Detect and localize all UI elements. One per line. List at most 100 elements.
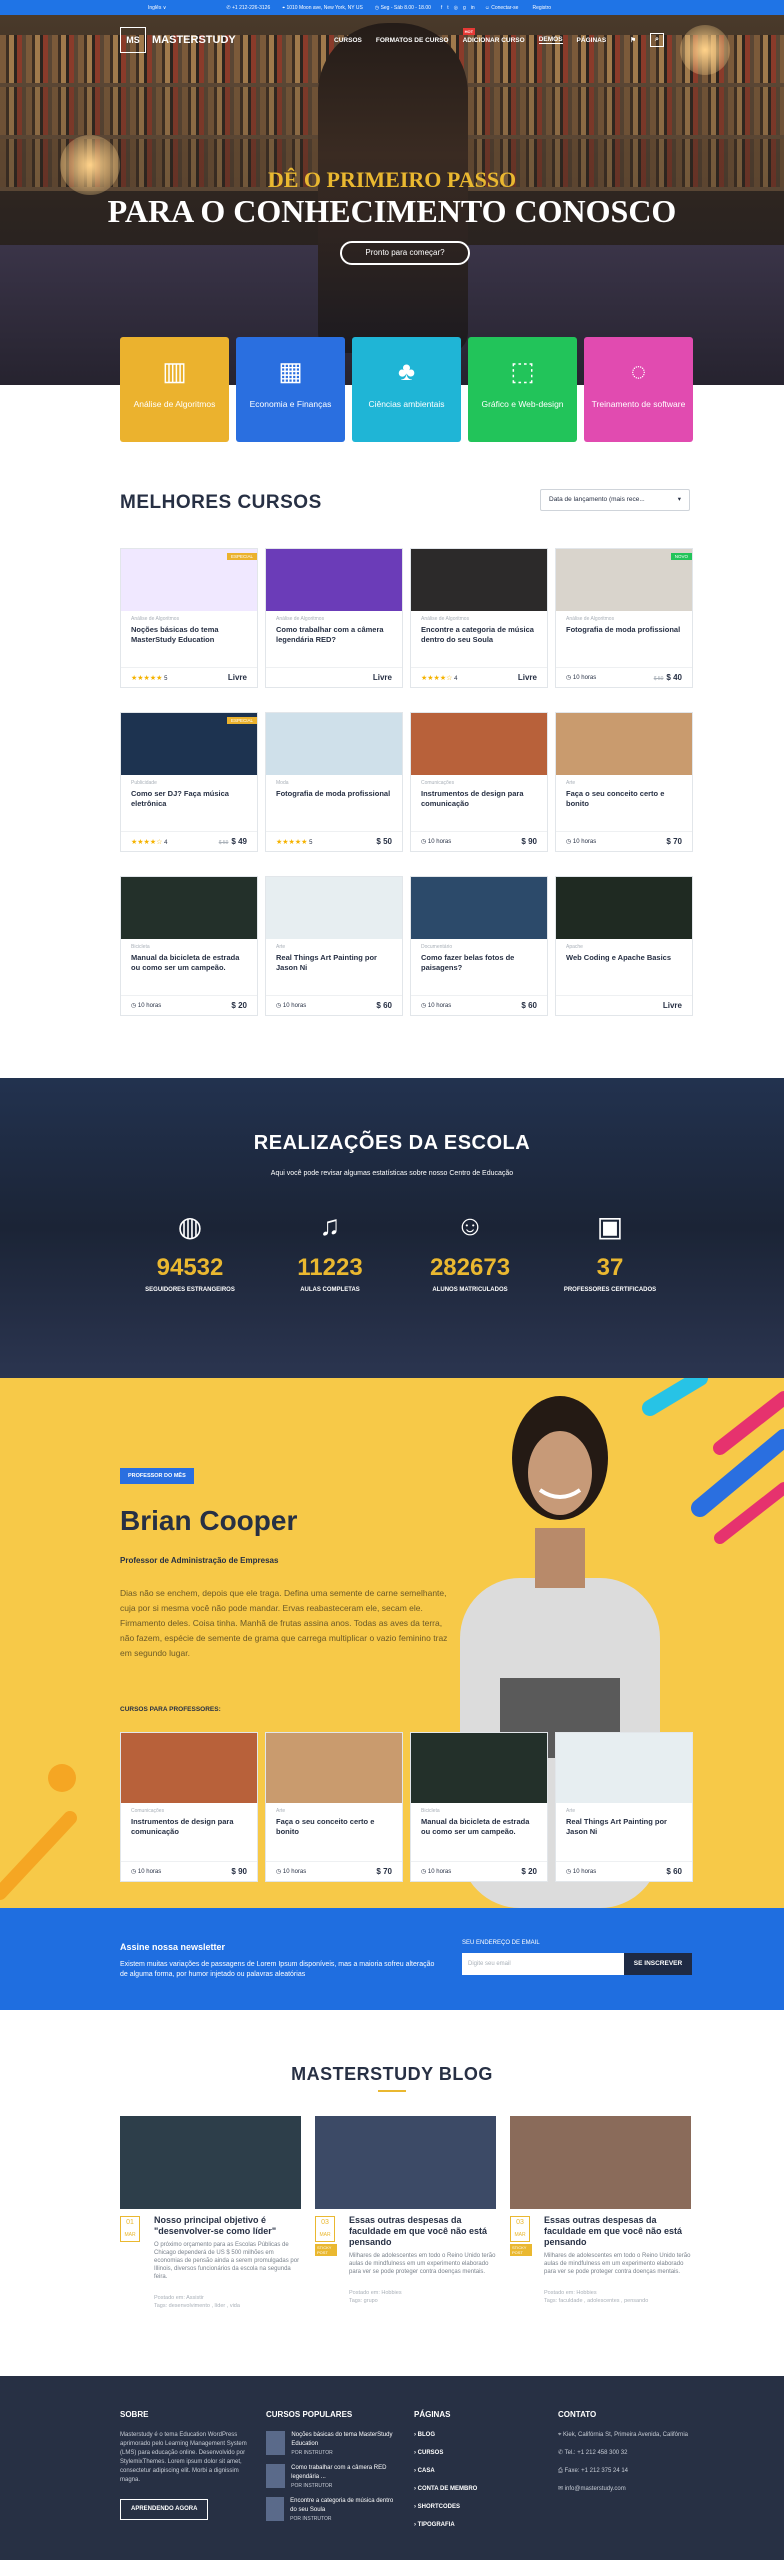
nav-item-courses[interactable]: CURSOS bbox=[334, 37, 362, 44]
sort-select[interactable]: Data de lançamento (mais rece... ▾ bbox=[540, 489, 690, 511]
search-icon[interactable]: ⌕ bbox=[650, 33, 664, 47]
nav-item-add-course[interactable]: HOT ADICIONAR CURSO bbox=[462, 27, 525, 44]
teacher-course-card[interactable]: Comunicações Instrumentos de design para … bbox=[120, 1732, 258, 1882]
course-thumbnail bbox=[266, 2464, 286, 2488]
course-title[interactable]: Manual da bicicleta de estrada ou como s… bbox=[421, 1817, 537, 1847]
course-card[interactable]: Arte Faça o seu conceito certo e bonito ◷ … bbox=[555, 712, 693, 852]
course-title[interactable]: Como ser DJ? Faça música eletrônica bbox=[131, 789, 247, 819]
footer-page-link[interactable]: › TIPOGRAFIA bbox=[414, 2521, 534, 2530]
course-card[interactable]: Documentário Como fazer belas fotos de pa… bbox=[410, 876, 548, 1016]
facebook-icon[interactable]: f bbox=[441, 5, 442, 11]
course-card[interactable]: Análise de Algoritmos Encontre a categori… bbox=[410, 548, 548, 688]
footer-page-link[interactable]: › CASA bbox=[414, 2467, 534, 2476]
course-title[interactable]: Instrumentos de design para comunicação bbox=[421, 789, 537, 819]
course-title[interactable]: Fotografia de moda profissional bbox=[276, 789, 392, 819]
course-title[interactable]: Como fazer belas fotos de paisagens? bbox=[421, 953, 537, 983]
clock-icon: ◷ bbox=[421, 1003, 427, 1009]
course-meta: ◷ 10 horas bbox=[421, 839, 452, 845]
footer-page-link[interactable]: › SHORTCODES bbox=[414, 2503, 534, 2512]
course-title[interactable]: Fotografia de moda profissional bbox=[566, 625, 682, 655]
popular-course-title[interactable]: Como trabalhar com a câmera RED legendár… bbox=[291, 2464, 396, 2482]
post-title[interactable]: Essas outras despesas da faculdade em qu… bbox=[544, 2215, 691, 2248]
course-title[interactable]: Real Things Art Painting por Jason Ni bbox=[566, 1817, 682, 1847]
category-environment[interactable]: ♣ Ciências ambientais bbox=[352, 337, 461, 442]
course-card[interactable]: Moda Fotografia de moda profissional ★★★★★… bbox=[265, 712, 403, 852]
course-title[interactable]: Faça o seu conceito certo e bonito bbox=[276, 1817, 392, 1847]
contact-email[interactable]: ✉ info@masterstudy.com bbox=[558, 2485, 688, 2494]
teacher-course-card[interactable]: Arte Real Things Art Painting por Jason N… bbox=[555, 1732, 693, 1882]
google-icon[interactable]: g bbox=[463, 5, 466, 11]
course-meta: ◷ 10 horas bbox=[421, 1003, 452, 1009]
category-software[interactable]: ◌ Treinamento de software bbox=[584, 337, 693, 442]
course-title[interactable]: Real Things Art Painting por Jason Ni bbox=[276, 953, 392, 983]
post-category[interactable]: Postado em: Hobbies bbox=[349, 2290, 496, 2296]
footer-page-link[interactable]: › CURSOS bbox=[414, 2449, 534, 2458]
blog-post[interactable]: 01 MAR Nosso principal objetivo é "desenvo… bbox=[120, 2116, 301, 2309]
course-category: Moda bbox=[276, 780, 289, 786]
post-category[interactable]: Postado em: Hobbies bbox=[544, 2290, 691, 2296]
category-economics[interactable]: ▦ Economia e Finanças bbox=[236, 337, 345, 442]
footer-page-link[interactable]: › CONTA DE MEMBRO bbox=[414, 2485, 534, 2494]
course-category: Publicidade bbox=[131, 780, 157, 786]
popular-course-title[interactable]: Noções básicas do tema MasterStudy Educa… bbox=[291, 2431, 396, 2449]
post-tags[interactable]: Tags: faculdade , adolescentes , pensand… bbox=[544, 2298, 691, 2304]
footer-page-link[interactable]: › BLOG bbox=[414, 2431, 534, 2440]
bookmark-icon[interactable]: ⚑ bbox=[630, 36, 636, 44]
clock-icon: ◷ bbox=[566, 839, 572, 845]
post-category[interactable]: Postado em: Assistir bbox=[154, 2295, 301, 2301]
course-card[interactable]: Comunicações Instrumentos de design para … bbox=[410, 712, 548, 852]
category-algorithms[interactable]: ▥ Análise de Algoritmos bbox=[120, 337, 229, 442]
course-card[interactable]: NOVO Análise de Algoritmos Fotografia de m… bbox=[555, 548, 693, 688]
course-title[interactable]: Noções básicas do tema MasterStudy Educa… bbox=[131, 625, 247, 655]
category-webdesign[interactable]: ⬚ Gráfico e Web-design bbox=[468, 337, 577, 442]
subscribe-button[interactable]: SE INSCREVER bbox=[624, 1953, 692, 1975]
teacher-course-card[interactable]: Bicicleta Manual da bicicleta de estrada … bbox=[410, 1732, 548, 1882]
clock-icon: ◷ bbox=[421, 1869, 427, 1875]
hero-cta-button[interactable]: Pronto para começar? bbox=[340, 241, 470, 265]
post-tags[interactable]: Tags: grupo bbox=[349, 2298, 496, 2304]
course-thumbnail bbox=[121, 877, 257, 939]
old-price: $ 59 bbox=[218, 840, 229, 846]
course-title[interactable]: Encontre a categoria de música dentro do… bbox=[421, 625, 537, 655]
post-title[interactable]: Nosso principal objetivo é "desenvolver-… bbox=[154, 2215, 301, 2237]
blog-post[interactable]: 03 MAR STICKY POST Essas outras despesas da… bbox=[315, 2116, 496, 2309]
course-price: $ 60 bbox=[666, 1867, 682, 1876]
course-title[interactable]: Instrumentos de design para comunicação bbox=[131, 1817, 247, 1847]
site-logo[interactable]: MS MASTERSTUDY bbox=[120, 27, 236, 53]
post-title[interactable]: Essas outras despesas da faculdade em qu… bbox=[349, 2215, 496, 2248]
clock-icon: ◷ bbox=[566, 675, 572, 681]
course-card[interactable]: Apache Web Coding e Apache Basics Livre bbox=[555, 876, 693, 1016]
course-card[interactable]: Bicicleta Manual da bicicleta de estrada … bbox=[120, 876, 258, 1016]
sticky-badge: STICKY POST bbox=[315, 2244, 337, 2256]
nav-item-pages[interactable]: PÁGINAS bbox=[577, 37, 607, 44]
post-tags[interactable]: Tags: desenvolvimento , líder , vida bbox=[154, 2303, 301, 2309]
popular-course[interactable]: Noções básicas do tema MasterStudy Educa… bbox=[266, 2431, 396, 2458]
instagram-icon[interactable]: ◎ bbox=[454, 5, 458, 11]
popular-course[interactable]: Encontre a categoria de música dentro do… bbox=[266, 2497, 396, 2524]
linkedin-icon[interactable]: in bbox=[471, 5, 475, 11]
address-text: ⌖ 1010 Moon ave, New York, NY US bbox=[282, 4, 363, 11]
teacher-course-card[interactable]: Arte Faça o seu conceito certo e bonito ◷ … bbox=[265, 1732, 403, 1882]
stat-label: PROFESSORES CERTIFICADOS bbox=[563, 1287, 657, 1293]
learn-now-button[interactable]: APRENDENDO AGORA bbox=[120, 2499, 209, 2520]
course-title[interactable]: Como trabalhar com a câmera legendária R… bbox=[276, 625, 392, 655]
course-price: $ 49 bbox=[231, 837, 247, 846]
course-title[interactable]: Web Coding e Apache Basics bbox=[566, 953, 682, 983]
language-switcher[interactable]: Inglês ∨ bbox=[148, 5, 166, 11]
course-card[interactable]: Análise de Algoritmos Como trabalhar com … bbox=[265, 548, 403, 688]
twitter-icon[interactable]: t bbox=[447, 5, 448, 11]
nav-item-formats[interactable]: FORMATOS DE CURSO bbox=[376, 37, 449, 44]
register-link[interactable]: Registro bbox=[532, 5, 551, 11]
popular-course[interactable]: Como trabalhar com a câmera RED legendár… bbox=[266, 2464, 396, 2491]
login-link[interactable]: ☺ Conectar-se bbox=[485, 5, 519, 11]
nav-item-demos[interactable]: DEMOS bbox=[538, 36, 563, 44]
email-input[interactable]: Digite seu email bbox=[462, 1953, 624, 1975]
course-title[interactable]: Manual da bicicleta de estrada ou como s… bbox=[131, 953, 247, 983]
course-category: Análise de Algoritmos bbox=[276, 616, 325, 622]
course-card[interactable]: ESPECIAL Publicidade Como ser DJ? Faça mús… bbox=[120, 712, 258, 852]
popular-course-title[interactable]: Encontre a categoria de música dentro do… bbox=[290, 2497, 396, 2515]
blog-post[interactable]: 03 MAR STICKY POST Essas outras despesas da… bbox=[510, 2116, 691, 2309]
course-card[interactable]: ESPECIAL Análise de Algoritmos Noções bási… bbox=[120, 548, 258, 688]
course-card[interactable]: Arte Real Things Art Painting por Jason N… bbox=[265, 876, 403, 1016]
course-title[interactable]: Faça o seu conceito certo e bonito bbox=[566, 789, 682, 819]
